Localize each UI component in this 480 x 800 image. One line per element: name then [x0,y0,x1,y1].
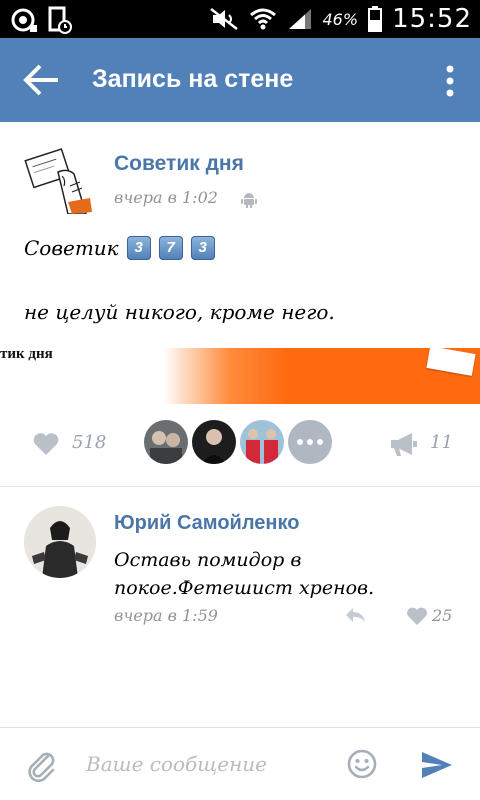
file-notification-icon [48,6,72,34]
post-text-prefix: Советик [24,236,119,260]
divider [0,486,480,487]
status-bar: 46% 15:52 [0,0,480,38]
post-actions: 518 11 [0,418,480,468]
more-likers-button[interactable] [288,420,332,464]
shares-count[interactable]: 11 [430,432,453,453]
post-text-line1: Советик 3 7 3 [24,236,215,260]
liker-avatar[interactable] [192,420,236,464]
camera-notification-icon [11,8,37,32]
liker-photo [192,420,236,464]
smiley-icon[interactable] [346,748,378,780]
megaphone-icon[interactable] [388,430,418,458]
battery-percent: 46% [322,9,359,29]
more-vertical-icon[interactable] [438,64,462,98]
post-time: вчера в 1:02 [114,188,218,207]
signal-icon [288,9,311,29]
clock: 15:52 [392,4,472,34]
liker-avatar[interactable] [240,420,284,464]
send-icon[interactable] [420,750,454,780]
keycap-digit: 7 [158,236,183,260]
page-title: Запись на стене [92,65,294,93]
mute-icon [209,8,238,30]
battery-icon [368,6,383,32]
comment-likes-count[interactable]: 25 [432,606,452,625]
keycap-digit: 3 [126,236,151,260]
avatar-hand-card-illustration [24,142,96,214]
liker-avatar[interactable] [144,420,188,464]
liker-photo [144,420,188,464]
keycap-digit: 3 [190,236,215,260]
post-text-line2: не целуй никого, кроме него. [24,300,335,324]
message-input[interactable] [86,746,336,782]
comment-avatar-photo [24,506,96,578]
back-arrow-icon[interactable] [22,62,62,98]
reply-icon[interactable] [344,606,366,624]
liker-photo [240,420,284,464]
comment-text: Оставь помидор в покое.Фетешист хренов. [114,549,375,599]
post-author-avatar[interactable] [24,142,96,214]
heart-icon[interactable] [406,606,428,626]
heart-icon[interactable] [32,432,60,456]
post-author-name[interactable]: Советик дня [114,152,244,176]
banner-text: тик дня [0,348,53,362]
android-icon [241,193,257,208]
likes-count[interactable]: 518 [72,432,106,453]
comment-time: вчера в 1:59 [114,606,218,625]
message-input-bar [0,728,480,800]
paperclip-icon[interactable] [26,748,56,782]
banner-card-graphic [426,348,476,376]
wifi-icon [249,8,276,30]
comment-author-avatar[interactable] [24,506,96,578]
post-image-banner[interactable]: тик дня [0,348,480,404]
comment-author-name[interactable]: Юрий Самойленко [114,512,299,535]
app-bar: Запись на стене [0,38,480,122]
